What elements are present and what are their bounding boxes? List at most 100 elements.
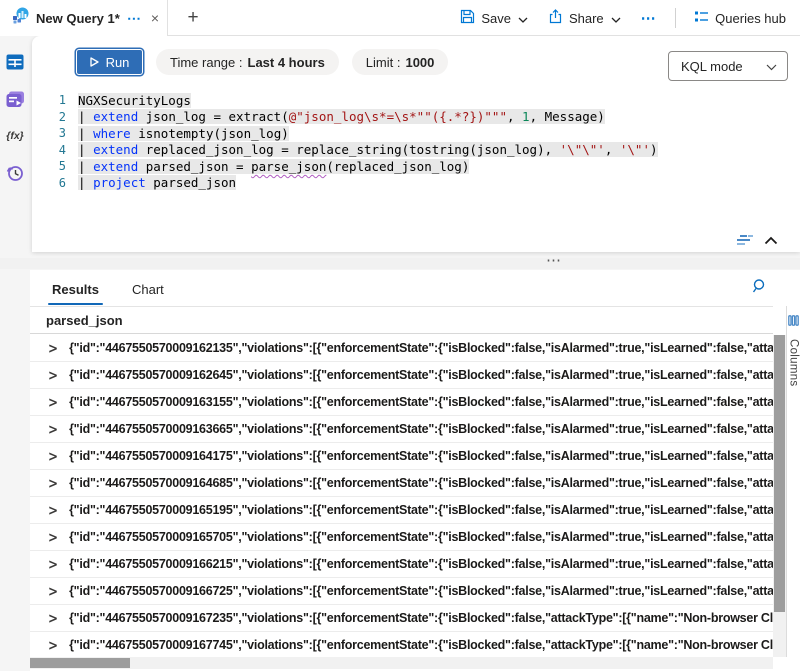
panel-resize-handle[interactable]: ⋯ bbox=[546, 251, 563, 269]
table-row[interactable]: > {"id":"4467550570009162135","violations… bbox=[30, 335, 773, 362]
row-expander-chevron-icon[interactable]: > bbox=[48, 610, 58, 627]
row-expander-chevron-icon[interactable]: > bbox=[48, 421, 58, 438]
save-button[interactable]: Save bbox=[452, 4, 536, 32]
row-expander-chevron-icon[interactable]: > bbox=[48, 394, 58, 411]
horizontal-scrollbar[interactable] bbox=[30, 657, 773, 669]
editor-bottom-icons bbox=[736, 234, 778, 247]
row-json-value: {"id":"4467550570009166215","violations"… bbox=[69, 557, 773, 571]
row-expander-chevron-icon[interactable]: > bbox=[48, 448, 58, 465]
code-line-3[interactable]: 3 | where isnotempty(json_log) bbox=[32, 125, 790, 142]
row-expander-chevron-icon[interactable]: > bbox=[48, 502, 58, 519]
vertical-scrollbar-thumb[interactable] bbox=[774, 335, 785, 612]
limit-pill[interactable]: Limit : 1000 bbox=[352, 49, 449, 75]
results-grid: > {"id":"4467550570009162135","violations… bbox=[30, 335, 773, 659]
app-window: New Query 1* ⋯ × + Save bbox=[0, 0, 800, 671]
save-label: Save bbox=[481, 11, 511, 26]
table-row[interactable]: >{"id":"4467550570009165705","violations… bbox=[30, 524, 773, 551]
more-actions-icon[interactable]: ⋯ bbox=[633, 9, 666, 27]
row-json-value: {"id":"4467550570009164685","violations"… bbox=[69, 476, 773, 490]
table-row[interactable]: > {"id":"4467550570009164685","violations… bbox=[30, 470, 773, 497]
results-panel: Results Chart parsed_json >{"id":"446755… bbox=[30, 270, 800, 671]
table-row[interactable]: > {"id":"4467550570009162645","violations… bbox=[30, 362, 773, 389]
horizontal-scrollbar-thumb[interactable] bbox=[30, 658, 130, 668]
time-range-label: Time range : bbox=[170, 55, 243, 70]
tab-results[interactable]: Results bbox=[50, 276, 101, 305]
limit-label: Limit : bbox=[366, 55, 401, 70]
table-row[interactable]: > {"id":"4467550570009167235","violations… bbox=[30, 605, 773, 632]
row-json-value: {"id":"4467550570009162135","violations"… bbox=[69, 341, 773, 355]
time-range-value: Last 4 hours bbox=[248, 55, 325, 70]
share-button[interactable]: Share bbox=[540, 4, 629, 32]
row-json-value: {"id":"4467550570009164175","violations"… bbox=[69, 449, 773, 463]
table-row[interactable]: >{"id":"4467550570009165195","violations… bbox=[30, 497, 773, 524]
saved-queries-icon[interactable] bbox=[5, 89, 25, 109]
functions-icon[interactable]: {fx} bbox=[5, 126, 25, 146]
tab-close-icon[interactable]: × bbox=[151, 10, 159, 26]
share-chevron-down-icon[interactable] bbox=[611, 11, 621, 26]
line-number: 4 bbox=[32, 143, 66, 157]
collapse-editor-chevron-up-icon[interactable] bbox=[764, 236, 778, 245]
kql-mode-select[interactable]: KQL mode bbox=[668, 51, 788, 81]
grid-column-header[interactable]: parsed_json bbox=[30, 306, 773, 334]
time-range-pill[interactable]: Time range : Last 4 hours bbox=[156, 49, 339, 75]
query-history-icon[interactable] bbox=[5, 163, 25, 183]
table-row[interactable]: > {"id":"4467550570009166725","violations… bbox=[30, 578, 773, 605]
functions-glyph: {fx} bbox=[6, 130, 24, 142]
query-tab[interactable]: New Query 1* ⋯ × bbox=[0, 0, 168, 36]
table-row[interactable]: > {"id":"4467550570009167745","violations… bbox=[30, 632, 773, 659]
adx-query-icon bbox=[12, 7, 29, 29]
code-line-4[interactable]: 4 | extend replaced_json_log = replace_s… bbox=[32, 142, 790, 159]
column-header-label: parsed_json bbox=[46, 313, 123, 328]
line-number: 6 bbox=[32, 176, 66, 190]
top-bar-actions: Save Share ⋯ bbox=[452, 0, 794, 36]
limit-value: 1000 bbox=[405, 55, 434, 70]
code-line-5[interactable]: 5 | extend parsed_json = parse_json(repl… bbox=[32, 158, 790, 175]
columns-panel-label: Columns bbox=[788, 339, 800, 386]
save-icon bbox=[460, 9, 475, 27]
code-line-2[interactable]: 2 | extend json_log = extract(@"json_log… bbox=[32, 109, 790, 126]
vertical-scrollbar[interactable] bbox=[773, 335, 786, 657]
kql-mode-chevron-down-icon bbox=[766, 59, 777, 74]
table-row[interactable]: > {"id":"4467550570009163155","violations… bbox=[30, 389, 773, 416]
row-expander-chevron-icon[interactable]: > bbox=[48, 583, 58, 600]
row-expander-chevron-icon[interactable]: > bbox=[48, 637, 58, 654]
run-label: Run bbox=[106, 55, 130, 70]
row-json-value: {"id":"4467550570009162645","violations"… bbox=[69, 368, 773, 382]
row-expander-chevron-icon[interactable]: > bbox=[48, 340, 58, 357]
table-row[interactable]: > {"id":"4467550570009164175","violations… bbox=[30, 443, 773, 470]
code-editor[interactable]: 1 NGXSecurityLogs 2 | extend json_log = … bbox=[32, 92, 790, 191]
queries-hub-icon bbox=[694, 10, 709, 27]
kql-mode-value: KQL mode bbox=[681, 59, 743, 74]
row-expander-chevron-icon[interactable]: > bbox=[48, 475, 58, 492]
columns-side-panel[interactable]: Columns bbox=[786, 306, 800, 657]
row-json-value: {"id":"4467550570009166725","violations"… bbox=[69, 584, 773, 598]
save-chevron-down-icon[interactable] bbox=[518, 11, 528, 26]
row-expander-chevron-icon[interactable]: > bbox=[48, 529, 58, 546]
queries-hub-button[interactable]: Queries hub bbox=[686, 5, 794, 32]
code-line-6[interactable]: 6 | project parsed_json bbox=[32, 175, 790, 192]
row-expander-chevron-icon[interactable]: > bbox=[48, 556, 58, 573]
query-toolbar: Run Time range : Last 4 hours Limit : 10… bbox=[76, 49, 448, 75]
tab-chart[interactable]: Chart bbox=[130, 276, 166, 305]
line-number: 2 bbox=[32, 110, 66, 124]
format-results-icon[interactable] bbox=[736, 234, 754, 247]
line-number: 5 bbox=[32, 159, 66, 173]
row-json-value: {"id":"4467550570009167235","violations"… bbox=[69, 611, 773, 625]
run-button[interactable]: Run bbox=[76, 49, 143, 75]
code-line-1[interactable]: 1 NGXSecurityLogs bbox=[32, 92, 790, 109]
new-tab-button[interactable]: + bbox=[180, 5, 206, 31]
row-json-value: {"id":"4467550570009163665","violations"… bbox=[69, 422, 773, 436]
row-json-value: {"id":"4467550570009163155","violations"… bbox=[69, 395, 773, 409]
tables-icon[interactable] bbox=[5, 52, 25, 72]
top-bar: New Query 1* ⋯ × + Save bbox=[0, 0, 800, 36]
row-expander-chevron-icon[interactable]: > bbox=[48, 367, 58, 384]
search-icon[interactable] bbox=[752, 278, 768, 299]
panel-divider[interactable] bbox=[0, 258, 800, 269]
line-number: 3 bbox=[32, 126, 66, 140]
table-row[interactable]: > {"id":"4467550570009166215","violations… bbox=[30, 551, 773, 578]
table-row[interactable]: > {"id":"4467550570009163665","violations… bbox=[30, 416, 773, 443]
share-label: Share bbox=[569, 11, 604, 26]
tab-menu-icon[interactable]: ⋯ bbox=[127, 13, 142, 23]
row-json-value: {"id":"4467550570009167745","violations"… bbox=[69, 638, 773, 652]
share-icon bbox=[548, 9, 563, 27]
